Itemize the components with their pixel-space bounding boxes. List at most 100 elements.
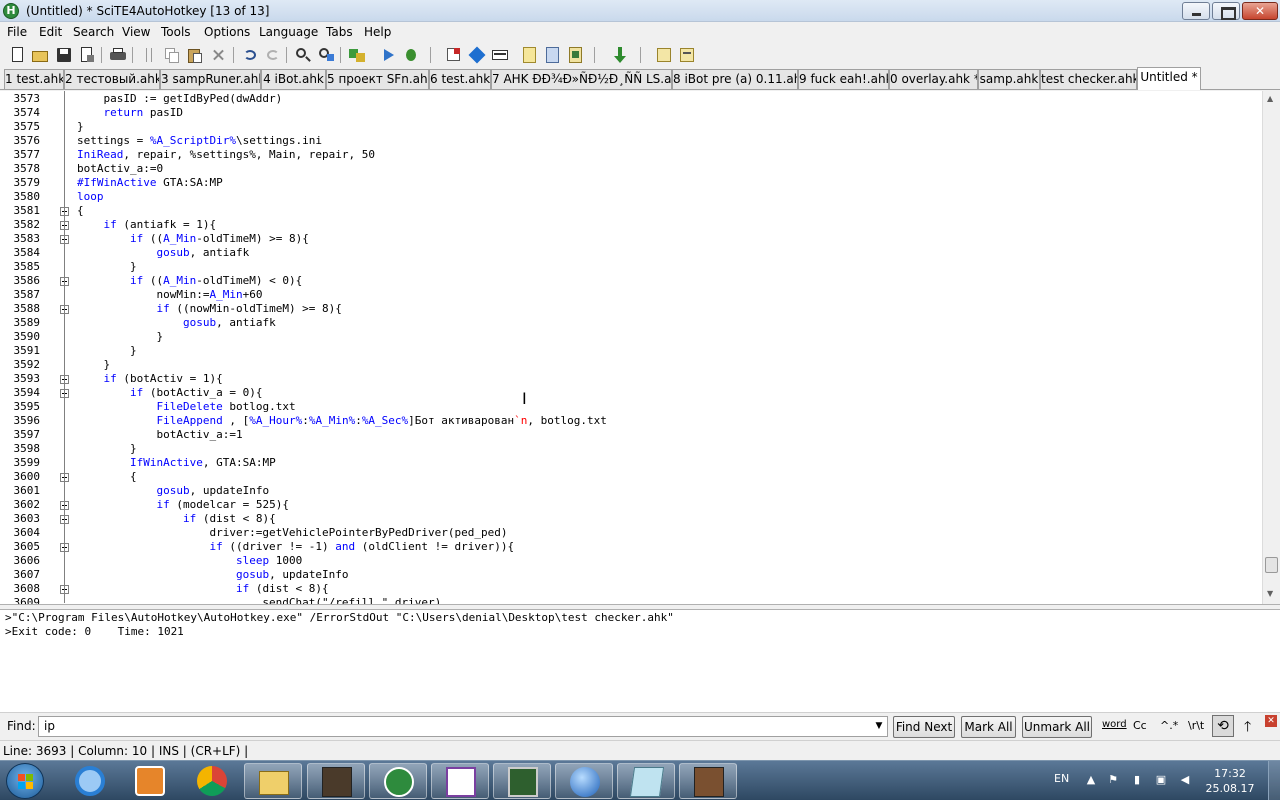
code-line[interactable]: return pasID xyxy=(77,106,184,120)
print-icon[interactable] xyxy=(109,46,127,64)
maximize-button[interactable] xyxy=(1212,2,1240,20)
menu-tools[interactable]: Tools xyxy=(161,25,191,39)
code-line[interactable]: FileDelete botlog.txt xyxy=(77,400,295,414)
tool-2-icon[interactable] xyxy=(468,46,486,64)
download-arrow-icon[interactable] xyxy=(611,46,629,64)
code-area[interactable]: pasID := getIdByPed(dwAddr) return pasID… xyxy=(77,91,1262,604)
menu-tabs[interactable]: Tabs xyxy=(326,25,353,39)
code-line[interactable]: if ((nowMin-oldTimeM) >= 8){ xyxy=(77,302,341,316)
gta-character-icon[interactable] xyxy=(679,763,737,799)
terminal-icon[interactable] xyxy=(493,763,551,799)
tab-11[interactable]: samp.ahk xyxy=(978,69,1040,89)
open-folder-icon[interactable] xyxy=(31,46,49,64)
tool-1-icon[interactable] xyxy=(445,46,463,64)
tab-13-active[interactable]: Untitled * xyxy=(1137,67,1201,90)
scrollbar-thumb[interactable] xyxy=(1265,557,1278,573)
vertical-scrollbar[interactable]: ▲ ▼ xyxy=(1262,91,1280,604)
code-line[interactable]: gosub, antiafk xyxy=(77,316,276,330)
find-input[interactable]: ip xyxy=(38,716,888,737)
code-line[interactable]: if ((driver != -1) and (oldClient != dri… xyxy=(77,540,514,554)
search-up-toggle[interactable]: 🡑 xyxy=(1244,716,1251,740)
menu-language[interactable]: Language xyxy=(259,25,318,39)
battery-icon[interactable]: ▮ xyxy=(1130,773,1144,787)
close-window-button[interactable]: ✕ xyxy=(1242,2,1278,20)
cut-icon[interactable] xyxy=(140,46,158,64)
file-explorer-icon[interactable] xyxy=(244,763,302,799)
copy-icon[interactable] xyxy=(163,46,181,64)
match-case-toggle[interactable]: Cc xyxy=(1133,719,1147,732)
tool-6-icon[interactable] xyxy=(567,46,585,64)
scroll-up-icon[interactable]: ▲ xyxy=(1267,94,1273,103)
tab-2[interactable]: 2 тестовый.ahk xyxy=(64,69,160,89)
compile-icon[interactable] xyxy=(348,46,366,64)
chrome-icon[interactable] xyxy=(183,763,241,799)
code-line[interactable]: settings = %A_ScriptDir%\settings.ini xyxy=(77,134,322,148)
code-line[interactable]: IfWinActive, GTA:SA:MP xyxy=(77,456,276,470)
unmark-all-button[interactable]: Unmark All xyxy=(1022,716,1092,738)
tray-expand-icon[interactable]: ▲ xyxy=(1084,773,1098,787)
code-line[interactable]: botActiv_a:=1 xyxy=(77,428,242,442)
tab-7[interactable]: 7 AHK ÐÐ¾Ð»ÑÐ½Ð¸ÑÑ LS.ahk xyxy=(491,69,672,89)
tool-8-icon[interactable] xyxy=(678,46,696,64)
code-line[interactable]: { xyxy=(77,470,137,484)
save-icon[interactable] xyxy=(55,46,73,64)
code-line[interactable]: { xyxy=(77,204,84,218)
new-file-icon[interactable] xyxy=(9,46,27,64)
tab-1[interactable]: 1 test.ahk xyxy=(4,69,64,89)
code-line[interactable]: IniRead, repair, %settings%, Main, repai… xyxy=(77,148,375,162)
find-icon[interactable] xyxy=(294,46,312,64)
escape-toggle[interactable]: \r\t xyxy=(1188,719,1204,732)
browser-globe-icon[interactable] xyxy=(555,763,613,799)
wrap-around-toggle[interactable]: ⟲ xyxy=(1212,715,1234,737)
internet-explorer-icon[interactable] xyxy=(61,763,119,799)
code-line[interactable]: if (botActiv = 1){ xyxy=(77,372,223,386)
tab-9[interactable]: 9 fuck eah!.ahk xyxy=(798,69,889,89)
code-line[interactable]: gosub, antiafk xyxy=(77,246,249,260)
tab-5[interactable]: 5 проект SFn.ahk xyxy=(326,69,429,89)
scite-icon[interactable] xyxy=(431,763,489,799)
gta-sa-icon[interactable] xyxy=(307,763,365,799)
delete-icon[interactable] xyxy=(209,46,227,64)
tool-3-icon[interactable] xyxy=(491,46,509,64)
media-player-icon[interactable] xyxy=(121,763,179,799)
menu-edit[interactable]: Edit xyxy=(39,25,62,39)
undo-icon[interactable] xyxy=(241,46,259,64)
tab-10[interactable]: 0 overlay.ahk * xyxy=(889,69,978,89)
notepad-icon[interactable] xyxy=(617,763,675,799)
code-line[interactable]: driver:=getVehiclePointerByPedDriver(ped… xyxy=(77,526,507,540)
code-line[interactable]: } xyxy=(77,442,137,456)
close-file-icon[interactable] xyxy=(78,46,96,64)
code-line[interactable]: } xyxy=(77,358,110,372)
menu-options[interactable]: Options xyxy=(204,25,250,39)
code-line[interactable]: } xyxy=(77,260,137,274)
code-line[interactable]: sendChat("/refill " driver) xyxy=(77,596,441,604)
code-editor[interactable]: 3573 3574 3575 3576 3577 3578 3579 3580 3581 3582… xyxy=(0,91,1280,604)
tool-7-icon[interactable] xyxy=(655,46,673,64)
scroll-down-icon[interactable]: ▼ xyxy=(1267,589,1273,598)
autohotkey-icon[interactable] xyxy=(369,763,427,799)
fold-margin[interactable] xyxy=(54,91,72,604)
code-line[interactable]: if (modelcar = 525){ xyxy=(77,498,288,512)
code-line[interactable]: if (antiafk = 1){ xyxy=(77,218,217,232)
redo-icon[interactable] xyxy=(264,46,282,64)
code-line[interactable]: sleep 1000 xyxy=(77,554,302,568)
code-line[interactable]: if (botActiv_a = 0){ xyxy=(77,386,262,400)
code-line[interactable]: if ((A_Min-oldTimeM) >= 8){ xyxy=(77,232,309,246)
tool-5-icon[interactable] xyxy=(544,46,562,64)
code-line[interactable]: botActiv_a:=0 xyxy=(77,162,163,176)
code-line[interactable]: nowMin:=A_Min+60 xyxy=(77,288,262,302)
paste-icon[interactable] xyxy=(186,46,204,64)
replace-icon[interactable] xyxy=(317,46,335,64)
language-indicator[interactable]: EN xyxy=(1054,772,1069,785)
find-history-dropdown-icon[interactable]: ▼ xyxy=(872,717,886,735)
menu-help[interactable]: Help xyxy=(364,25,391,39)
start-button[interactable] xyxy=(6,763,44,799)
code-line[interactable]: if (dist < 8){ xyxy=(77,512,276,526)
tab-8[interactable]: 8 iBot pre (a) 0.11.ahk xyxy=(672,69,798,89)
code-line[interactable]: gosub, updateInfo xyxy=(77,568,349,582)
find-next-button[interactable]: Find Next xyxy=(893,716,955,738)
menu-file[interactable]: File xyxy=(7,25,27,39)
code-line[interactable]: loop xyxy=(77,190,104,204)
code-line[interactable]: FileAppend , [%A_Hour%:%A_Min%:%A_Sec%]Б… xyxy=(77,414,606,428)
action-center-flag-icon[interactable]: ⚑ xyxy=(1106,773,1120,787)
